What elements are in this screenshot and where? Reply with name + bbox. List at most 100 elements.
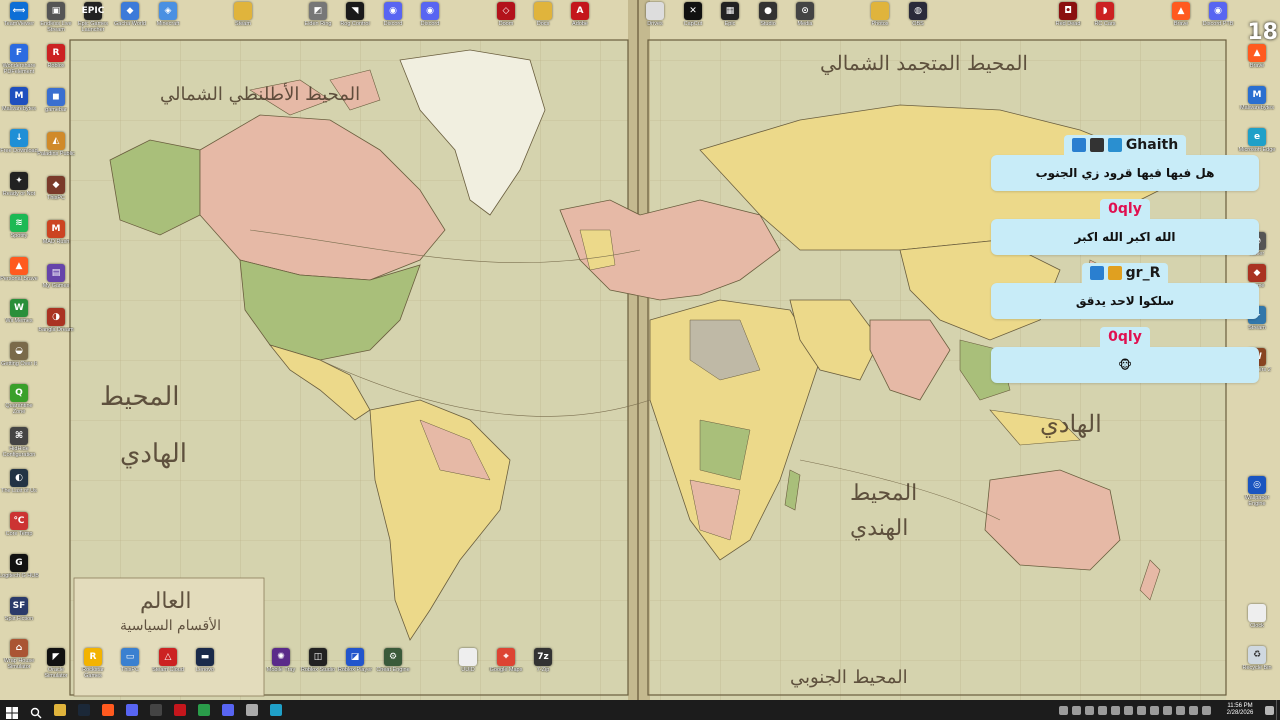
taskbar-brave[interactable]	[96, 700, 120, 720]
desktop-shortcut[interactable]: ◫ Roblox Studio	[299, 648, 337, 673]
taskbar-clock[interactable]: 11:56 PM 2/28/2026	[1217, 703, 1263, 717]
desktop-shortcut[interactable]: ⊙ Media	[786, 2, 824, 27]
desktop-shortcut[interactable]: Drives	[636, 2, 674, 27]
desktop-shortcut-label: Epic	[724, 21, 736, 27]
desktop-shortcut[interactable]: ◒ Getting Over It	[0, 341, 38, 367]
desktop-shortcut[interactable]: ≋ Spotify	[0, 214, 38, 239]
desktop-shortcut[interactable]: Steam	[224, 2, 262, 27]
desktop-shortcut[interactable]: UUID	[449, 648, 487, 673]
desktop-shortcut[interactable]: G Logitech G HUB	[0, 554, 39, 579]
chat-username: Ghaith	[1125, 137, 1179, 153]
notification-icon[interactable]	[1265, 705, 1274, 715]
desktop-shortcut[interactable]: ◤ Oracle Simulator	[37, 648, 75, 679]
desktop-shortcut[interactable]: W Wii Memes	[0, 299, 38, 324]
desktop-shortcut[interactable]: ▬ Lenovo	[186, 648, 224, 673]
desktop-shortcut[interactable]: ◘ Red Dead	[1049, 2, 1087, 27]
desktop-shortcut[interactable]: ◆ ThisPC	[37, 176, 75, 201]
desktop-shortcut[interactable]: △ Steam Cloud	[149, 648, 187, 673]
desktop-shortcut[interactable]: M Malwarebytes	[0, 86, 38, 112]
desktop-shortcut[interactable]: ⌖ Google Maps	[487, 648, 525, 673]
desktop-shortcut[interactable]: F Wondershare PDFelement	[0, 44, 38, 75]
desktop-shortcut[interactable]: R Roblox	[37, 44, 75, 69]
brave-icon: ▲	[10, 256, 28, 275]
desktop-shortcut[interactable]: ⚙ Cheat Engine	[374, 648, 412, 673]
desktop-shortcut[interactable]: ◍ OBS	[899, 2, 937, 27]
app-icon: ℃	[10, 511, 28, 530]
desktop-shortcut[interactable]: ▦ Epic	[711, 2, 749, 27]
desktop-shortcut[interactable]: ✕ CapCut	[674, 2, 712, 27]
desktop-shortcut[interactable]: M Malwarebytes	[1238, 86, 1276, 111]
desktop-shortcut[interactable]: ◎ Wallpaper Engine	[1238, 476, 1276, 507]
taskbar-discord[interactable]	[120, 700, 144, 720]
desktop-shortcut-label: Photos	[871, 21, 889, 27]
taskbar-chrome[interactable]	[192, 700, 216, 720]
desktop-shortcut-label: Brave	[1249, 63, 1265, 69]
tray-app-icon[interactable]	[1124, 705, 1133, 715]
desktop-shortcut[interactable]: ✦ Ready or Not	[0, 171, 38, 197]
desktop-shortcut[interactable]: EPIC Epic Games Launcher	[74, 2, 112, 33]
desktop-shortcut[interactable]: ◉ Discord	[374, 2, 412, 27]
taskbar-search-button[interactable]	[24, 700, 48, 720]
desktop-shortcut[interactable]: SF Split Fiction	[0, 596, 38, 622]
desktop-shortcut[interactable]: ⌘ HidHide Configuration	[0, 426, 38, 458]
volume-icon[interactable]	[1189, 705, 1198, 715]
app-icon: ▬	[196, 648, 214, 666]
desktop-shortcut[interactable]: ◑ Bangla Dream	[37, 308, 75, 333]
desktop-shortcut[interactable]: Q Quarantine Zone	[0, 384, 38, 415]
network-icon[interactable]	[1176, 705, 1185, 715]
game-icon: ◆	[121, 2, 139, 20]
tray-app-icon[interactable]	[1111, 705, 1120, 715]
taskbar-discord-ptb[interactable]	[216, 700, 240, 720]
desktop-shortcut[interactable]: ◗ RC Cars	[1086, 2, 1124, 27]
taskbar-start-button[interactable]	[0, 700, 24, 720]
taskbar-obs[interactable]	[144, 700, 168, 720]
desktop-shortcut[interactable]: ▭ ThisPC	[111, 648, 149, 673]
desktop-shortcut[interactable]: ♻ Recycle Bin	[1238, 646, 1276, 671]
desktop-shortcut[interactable]: Clock	[1238, 604, 1276, 629]
desktop-shortcut[interactable]: ▲ Brave	[1162, 2, 1200, 27]
desktop-shortcut[interactable]: ↓ Free Download	[0, 129, 38, 154]
desktop-shortcut[interactable]: ● Studio	[749, 2, 787, 27]
desktop-shortcut[interactable]: ◆ Gacha World	[111, 2, 149, 27]
desktop-shortcut[interactable]: ◉ Discord PTB	[1199, 2, 1237, 27]
desktop-shortcut[interactable]: ▣ Endless Live Stream	[37, 2, 75, 33]
taskbar-settings[interactable]	[240, 700, 264, 720]
language-icon[interactable]	[1202, 705, 1211, 715]
desktop-shortcut[interactable]: A Adobe	[561, 2, 599, 27]
desktop-shortcut[interactable]: ◪ Roblox Player	[336, 648, 374, 673]
desktop-shortcut[interactable]: ⌂ Wrap House Simulator	[0, 639, 38, 670]
tray-app-icon[interactable]	[1163, 705, 1172, 715]
desktop-shortcut[interactable]: ◩ Elden Ring	[299, 2, 337, 27]
desktop-shortcut[interactable]: 7z 7-Zip	[524, 648, 562, 673]
desktop-shortcut[interactable]: ◥ Rog Control	[336, 2, 374, 27]
desktop-shortcut[interactable]: ◉ Discord	[411, 2, 449, 27]
taskbar-steam[interactable]	[72, 700, 96, 720]
desktop-shortcut[interactable]: ▲ Brave	[1238, 44, 1276, 69]
desktop-shortcut[interactable]: R Rockstar Games	[74, 648, 112, 679]
desktop-shortcut[interactable]: ◭ Paladins Public	[37, 132, 75, 157]
taskbar-acrobat[interactable]	[168, 700, 192, 720]
taskbar-edge[interactable]	[264, 700, 288, 720]
desktop-shortcut[interactable]: ✺ Mobile Tray	[262, 648, 300, 673]
desktop-shortcut[interactable]: Photos	[861, 2, 899, 27]
desktop-shortcut[interactable]: ▤ My Games	[37, 264, 75, 289]
desktop-shortcut[interactable]: Docs	[524, 2, 562, 27]
desktop-shortcut[interactable]: M MAD Rush	[37, 220, 75, 245]
tray-chevron-icon[interactable]	[1059, 705, 1068, 715]
taskbar-file-explorer[interactable]	[48, 700, 72, 720]
desktop-shortcut[interactable]: ⟺ TeamViewer	[0, 2, 38, 27]
tray-app-icon[interactable]	[1137, 705, 1146, 715]
chat-username-pill: Ghaith	[1063, 135, 1187, 155]
desktop-shortcut[interactable]: ◐ The Last of Us	[0, 469, 38, 494]
tray-app-icon[interactable]	[1098, 705, 1107, 715]
desktop-shortcut-label: CapCut	[683, 21, 703, 27]
desktop-shortcut[interactable]: ◇ Doom	[487, 2, 525, 27]
desktop-shortcut[interactable]: ℃ Core Temp	[0, 511, 38, 537]
tray-app-icon[interactable]	[1150, 705, 1159, 715]
desktop-shortcut[interactable]: ◼ gamebar	[37, 88, 75, 113]
tray-app-icon[interactable]	[1072, 705, 1081, 715]
tray-app-icon[interactable]	[1085, 705, 1094, 715]
desktop-shortcut[interactable]: ◈ Minecraft	[149, 2, 187, 27]
desktop-shortcut[interactable]: ▲ Personal Brave	[0, 256, 38, 282]
show-desktop-button[interactable]	[1276, 700, 1280, 720]
